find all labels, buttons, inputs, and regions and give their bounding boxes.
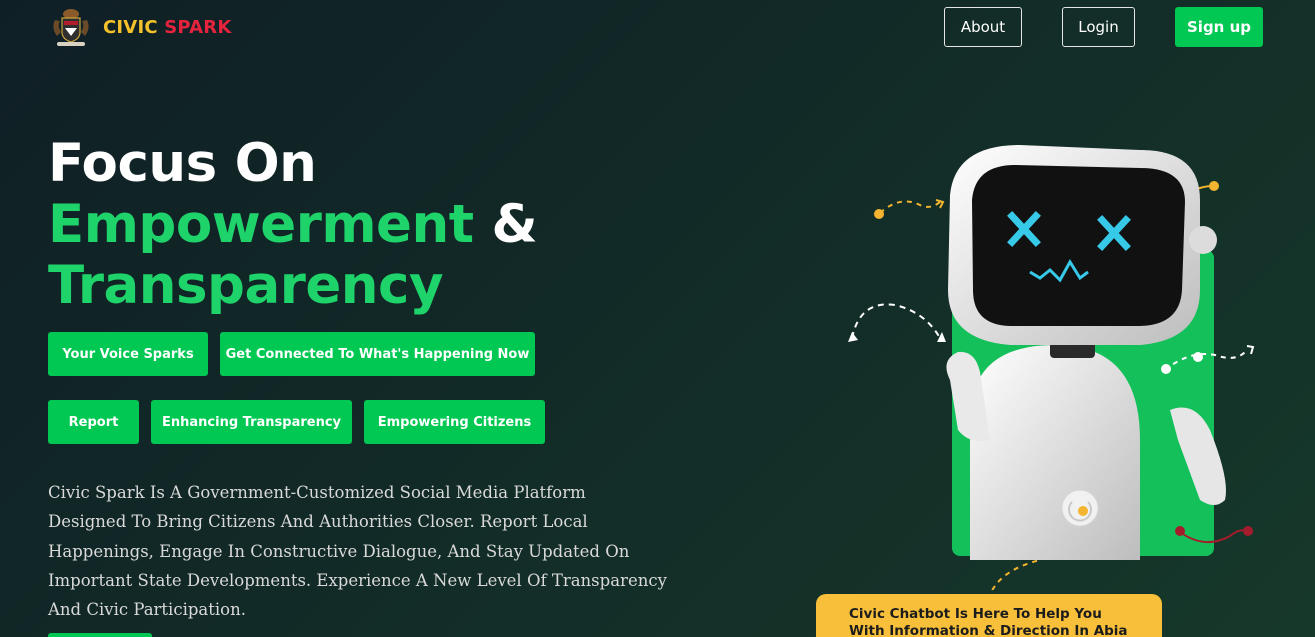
- signup-button[interactable]: Sign up: [1175, 7, 1263, 47]
- report-button[interactable]: Report: [48, 400, 139, 444]
- hero-title-ampersand: &: [491, 194, 538, 255]
- brand-name-spark: SPARK: [164, 16, 232, 38]
- brand-name: CIVIC SPARK: [103, 17, 231, 38]
- hero-title-line2: Empowerment &: [48, 194, 538, 255]
- robot-illustration: [840, 140, 1270, 590]
- brand-logo[interactable]: CIVIC SPARK: [47, 6, 231, 48]
- hero-title-line3: Transparency: [48, 255, 444, 316]
- hero-cta-button[interactable]: [48, 633, 152, 637]
- coat-of-arms-icon: [53, 9, 89, 46]
- hero-title: Focus On Empowerment & Transparency: [48, 133, 538, 316]
- hero-title-line1: Focus On: [48, 133, 317, 194]
- chatbot-bubble[interactable]: Civic Chatbot Is Here To Help You With I…: [816, 594, 1162, 637]
- hero-title-empowerment: Empowerment: [48, 194, 474, 255]
- get-connected-button[interactable]: Get Connected To What's Happening Now: [220, 332, 535, 376]
- brand-name-civic: CIVIC: [103, 16, 158, 38]
- hero-description: Civic Spark Is A Government-Customized S…: [48, 483, 667, 620]
- about-button[interactable]: About: [944, 7, 1022, 47]
- robot-icon: [848, 145, 1255, 590]
- empowering-citizens-button[interactable]: Empowering Citizens: [364, 400, 545, 444]
- enhancing-transparency-button[interactable]: Enhancing Transparency: [151, 400, 352, 444]
- your-voice-sparks-button[interactable]: Your Voice Sparks: [48, 332, 208, 376]
- login-button[interactable]: Login: [1062, 7, 1135, 47]
